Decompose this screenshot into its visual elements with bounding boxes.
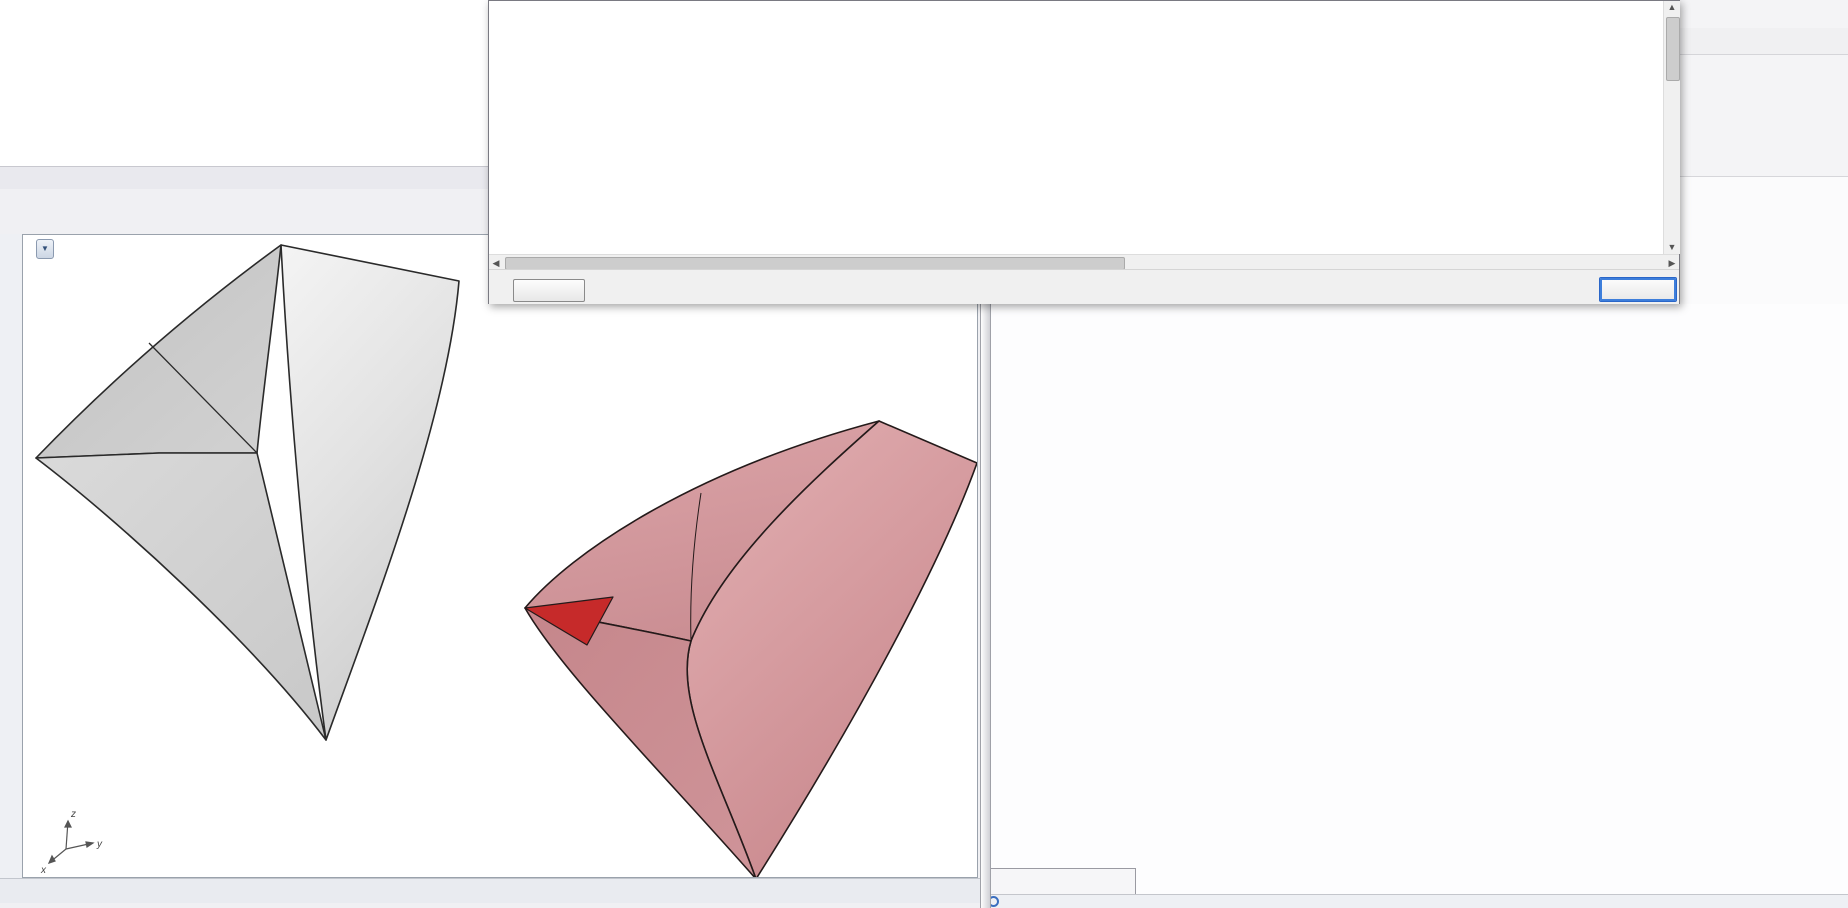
viewport-title-menu[interactable]: ▼ xyxy=(36,239,54,259)
chevron-down-icon: ▼ xyxy=(41,244,49,253)
axis-y-label: y xyxy=(96,839,103,850)
canvas-toolbar xyxy=(986,868,1136,895)
scroll-up-icon[interactable]: ▲ xyxy=(1664,2,1680,12)
viewport-tab-bar xyxy=(0,878,980,903)
vertical-scroll-thumb[interactable] xyxy=(1666,17,1680,81)
code-editor[interactable] xyxy=(489,1,1663,254)
screen: z y x ▼ ▲ ▼ ◀ ▶ xyxy=(0,0,1848,908)
scroll-down-icon[interactable]: ▼ xyxy=(1664,242,1680,252)
axis-x-label: x xyxy=(40,865,47,876)
left-toolbar xyxy=(0,234,22,902)
pink-mesh-surface xyxy=(524,420,977,877)
vertical-scrollbar[interactable]: ▲ ▼ xyxy=(1663,1,1680,254)
grasshopper-canvas[interactable] xyxy=(991,304,1848,894)
grasshopper-statusbar xyxy=(980,894,1848,908)
ok-button[interactable] xyxy=(1599,277,1677,302)
axis-gnomon xyxy=(47,819,95,864)
scroll-left-icon[interactable]: ◀ xyxy=(491,258,501,269)
dialog-bottom-bar xyxy=(489,269,1679,304)
gray-mesh-surface xyxy=(35,244,460,741)
scroll-right-icon[interactable]: ▶ xyxy=(1667,258,1677,269)
cache-button[interactable] xyxy=(513,279,585,302)
viewport-top[interactable]: z y x ▼ xyxy=(22,234,978,878)
grasshopper-canvas-ne[interactable] xyxy=(1680,176,1848,305)
script-editor-dialog: ▲ ▼ ◀ ▶ xyxy=(488,0,1680,304)
horizontal-scrollbar[interactable]: ◀ ▶ xyxy=(489,254,1679,270)
viewport-geometry: z y x xyxy=(35,244,977,877)
axis-z-label: z xyxy=(70,809,76,820)
grasshopper-ribbon-tabs xyxy=(1680,28,1848,55)
